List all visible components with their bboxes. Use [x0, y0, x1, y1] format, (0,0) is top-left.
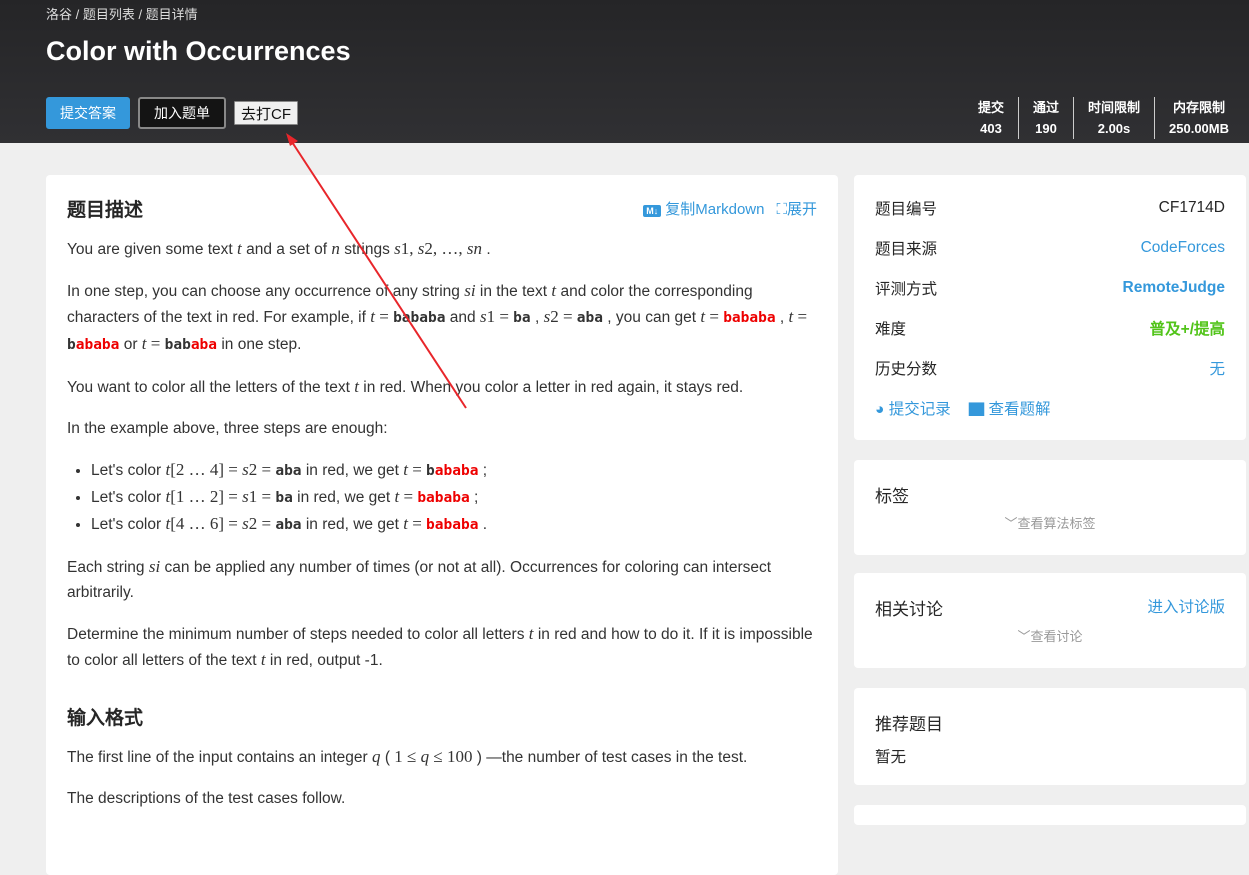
annotation-arrow	[286, 133, 467, 409]
